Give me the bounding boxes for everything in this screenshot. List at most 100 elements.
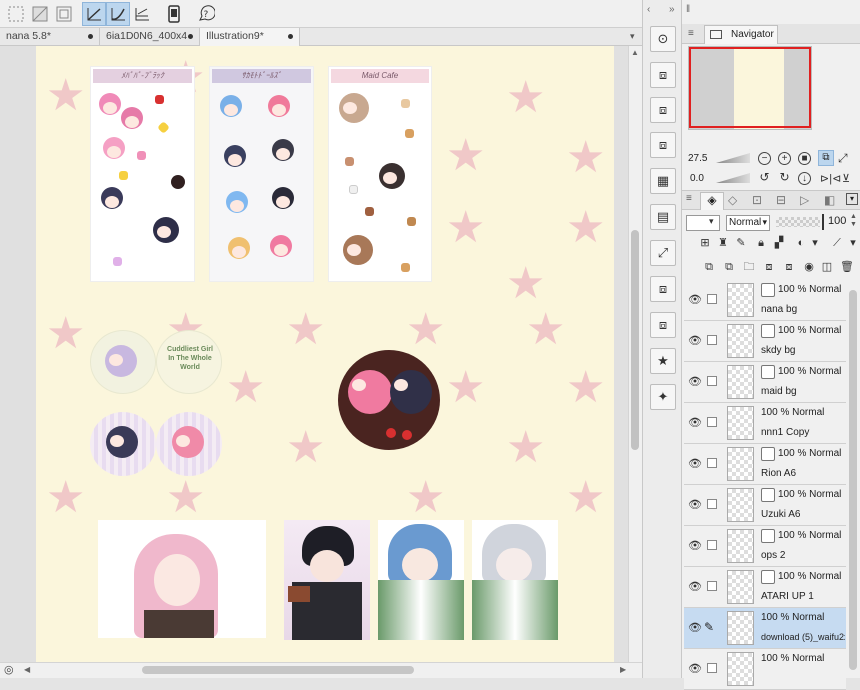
eye-icon[interactable]: 👁︎ [688,498,702,511]
new-vector-layer-icon[interactable]: ⧉ [722,260,736,274]
layer-row[interactable]: 👁︎ 100 % Normal nana bg [684,280,846,321]
clip-lower-layer-icon[interactable]: ⊞ [698,236,712,250]
layer-lock-checkbox[interactable] [707,581,717,591]
zoom-value[interactable]: 27.5 [688,153,714,165]
canvas-vertical-scroll-thumb[interactable] [631,230,639,450]
merge-layer-icon[interactable]: ⧈ [782,260,796,274]
layer-row[interactable]: 👁︎ 100 % Normal skdy bg [684,321,846,362]
lock-transparent-icon[interactable]: ▞ [772,236,786,250]
eye-icon[interactable]: 👁︎ [688,621,702,634]
zoom-in-icon[interactable]: + [778,152,791,165]
navigator-icon[interactable]: ⊙ [650,26,676,52]
pose-figure-icon[interactable]: ✦ [650,384,676,410]
layer-lock-checkbox[interactable] [707,540,717,550]
collapse-left-icon[interactable]: ‹ [647,4,650,15]
layers-scroll-thumb[interactable] [849,290,857,670]
transfer-layer-icon[interactable]: ⧈ [762,260,776,274]
material-icon[interactable]: ⧈ [650,62,676,88]
apply-mask-icon[interactable]: ◫ [820,260,834,274]
flip-horizontal-icon[interactable]: ⊳|⊲ [820,172,841,185]
material-icon[interactable]: ⧈ [650,276,676,302]
draft-layer-icon[interactable]: ✎ [734,236,748,250]
tabs-dropdown-icon[interactable]: ▾ [630,31,635,42]
new-raster-layer-icon[interactable]: ⧉ [702,260,716,274]
layer-lock-checkbox[interactable] [707,294,717,304]
scroll-right-icon[interactable]: ▶ [620,665,626,674]
material-icon[interactable]: ⧈ [650,312,676,338]
fullscreen-icon[interactable]: ⤢ [838,151,848,166]
fit-view-icon[interactable]: ⧉ [818,150,834,166]
canvas-horizontal-scroll-thumb[interactable] [142,666,414,674]
ruler-icon[interactable]: ⟋ [830,236,844,250]
rotate-right-icon[interactable]: ↻ [778,171,791,185]
opacity-slider-handle[interactable] [822,214,824,230]
grid-icon[interactable]: ▦ [650,168,676,194]
layer-row[interactable]: 👁︎ 100 % Normal maid bg [684,362,846,403]
layer-tab-icon[interactable]: ◈ [700,192,724,210]
layer-row[interactable]: 👁︎ 100 % Normal Rion A6 [684,444,846,485]
eye-icon[interactable]: 👁︎ [688,293,702,306]
opacity-slider[interactable] [776,217,820,227]
rotation-value[interactable]: 0.0 [690,173,716,185]
sub-tool-icon[interactable]: ◧ [824,193,835,207]
tab-document-active[interactable]: Illustration9* [200,28,300,46]
rotate-left-icon[interactable]: ↺ [758,171,771,185]
canvas-paper[interactable]: ★ ★ ★ ★ ★ ★ ★ ★ ★ ★ ★ ★ ★ ★ ★ ★ ★ ★ ★ ★ … [36,46,614,662]
eye-icon[interactable]: 👁︎ [688,580,702,593]
eye-icon[interactable]: 👁︎ [688,416,702,429]
eye-icon[interactable]: 👁︎ [688,375,702,388]
new-folder-icon[interactable]: 🗀︎ [742,260,756,274]
chevron-down-icon[interactable]: ▾ [808,236,822,250]
reset-rotation-icon[interactable]: ↓ [798,172,811,185]
layer-lock-checkbox[interactable] [707,335,717,345]
layer-row[interactable]: 👁︎ 100 % Normal ATARI UP 1 [684,567,846,608]
line-icon[interactable] [130,2,154,26]
eye-icon[interactable]: 👁︎ [688,334,702,347]
border-icon[interactable] [52,2,76,26]
panel-grip-icon[interactable]: ‖ [686,4,690,15]
trash-icon[interactable]: 🗑︎ [840,260,854,274]
smartphone-icon[interactable] [162,2,186,26]
layer-row[interactable]: 👁︎ 100 % Normal nnn1 Copy [684,403,846,444]
material-icon[interactable]: ⧈ [650,132,676,158]
chevron-down-icon[interactable]: ▾ [846,236,860,250]
eye-icon[interactable]: 👁︎ [688,539,702,552]
layer-lock-checkbox[interactable] [707,376,717,386]
tab-document[interactable]: 6ia1D0N6_400x4 [100,28,200,46]
scroll-left-icon[interactable]: ◀ [24,665,30,674]
vector-line-icon[interactable] [82,2,106,26]
scroll-up-icon[interactable]: ▲ [631,48,639,57]
search-layer-icon[interactable]: ⊟ [776,193,786,207]
select-none-icon[interactable] [4,2,28,26]
layer-property-icon[interactable]: ◇ [728,193,737,207]
window-icon[interactable]: ▤ [650,204,676,230]
transform-icon[interactable]: ⤢ [650,240,676,266]
eye-icon[interactable]: 👁︎ [688,662,702,675]
stop-icon[interactable]: ■ [798,152,811,165]
auto-action-icon[interactable]: ▷ [800,193,809,207]
eye-icon[interactable]: 👁︎ [688,457,702,470]
layer-lock-checkbox[interactable] [707,499,717,509]
layer-lock-checkbox[interactable] [707,663,717,673]
mask-icon[interactable]: ◐ [794,236,808,250]
zoom-out-icon[interactable]: − [758,152,771,165]
menu-icon[interactable]: ≡ [686,193,692,204]
help-icon[interactable]: ? [194,2,218,26]
favorite-star-icon[interactable]: ★ [650,348,676,374]
layer-color-swatch[interactable] [686,215,720,231]
layer-lock-checkbox[interactable] [707,458,717,468]
invert-selection-icon[interactable] [28,2,52,26]
curve-icon[interactable] [106,2,130,26]
expand-right-icon[interactable]: » [669,4,675,15]
rotate-view-icon[interactable]: ◎ [4,663,14,676]
layer-row[interactable]: 👁︎ 100 % Normal [684,649,846,690]
reference-layer-icon[interactable]: ♜ [716,236,730,250]
blend-mode-select[interactable]: Normal ▾ [726,215,770,231]
lock-layer-icon[interactable]: 🔒︎ [754,236,768,250]
history-icon[interactable]: ⊡ [752,193,762,207]
layer-row[interactable]: 👁︎ 100 % Normal ops 2 [684,526,846,567]
layer-row[interactable]: 👁︎ ✎ 100 % Normal download (5)_waifu2x [684,608,846,649]
navigator-view-frame[interactable] [689,47,811,128]
layer-mask-icon[interactable]: ◉ [802,260,816,274]
flip-vertical-icon[interactable]: ⊻ [842,172,850,185]
